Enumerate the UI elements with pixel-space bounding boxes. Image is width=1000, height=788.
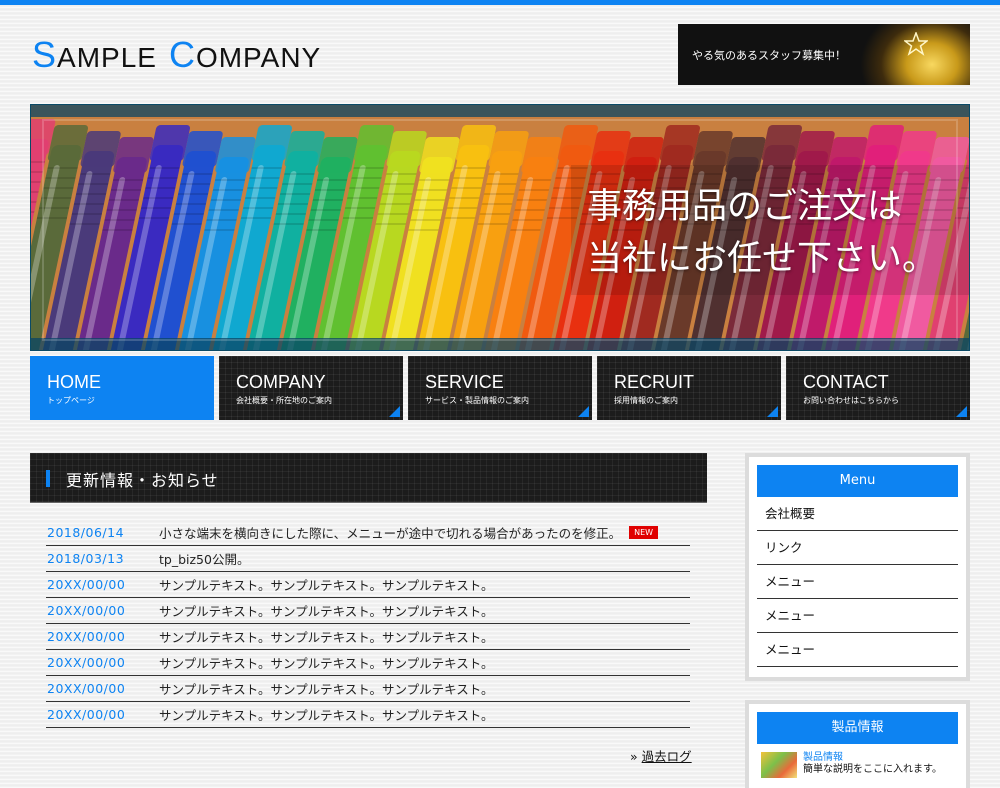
star-icon bbox=[904, 32, 928, 56]
news-date: 20XX/00/00 bbox=[47, 681, 126, 696]
news-item: 2018/03/13 tp_biz50公開。 bbox=[46, 546, 690, 572]
news-date: 20XX/00/00 bbox=[47, 707, 126, 722]
news-section-header: 更新情報・お知らせ bbox=[30, 453, 707, 503]
header-accent-bar bbox=[46, 470, 50, 487]
hero-headline: 事務用品のご注文は 当社にお任せ下さい。 bbox=[587, 181, 937, 285]
sidebar-products-title: 製品情報 bbox=[757, 712, 958, 744]
news-section-title: 更新情報・お知らせ bbox=[66, 471, 219, 490]
site-logo[interactable]: S AMPLE C OMPANY bbox=[32, 33, 321, 73]
news-text: サンプルテキスト。サンプルテキスト。サンプルテキスト。 bbox=[159, 578, 494, 593]
logo-text-ample: AMPLE bbox=[57, 42, 157, 73]
news-date: 20XX/00/00 bbox=[47, 629, 126, 644]
nav-item-sublabel: トップページ bbox=[47, 396, 95, 405]
sidebar-menu-box: Menu 会社概要 リンク メニュー メニュー メニュー bbox=[745, 453, 970, 681]
nav-item-sublabel: 会社概要・所在地のご案内 bbox=[236, 396, 332, 405]
corner-triangle-icon bbox=[956, 406, 967, 417]
past-log-link[interactable]: 過去ログ bbox=[642, 749, 692, 764]
nav-item-label: HOME bbox=[47, 372, 101, 392]
nav-item-recruit[interactable]: RECRUIT 採用情報のご案内 bbox=[597, 356, 781, 420]
news-text: 小さな端末を横向きにした際に、メニューが途中で切れる場合があったのを修正。 NEW bbox=[159, 523, 659, 542]
nav-item-sublabel: サービス・製品情報のご案内 bbox=[425, 396, 529, 405]
corner-triangle-icon bbox=[389, 406, 400, 417]
logo-initial-s: S bbox=[32, 34, 58, 75]
news-item: 20XX/00/00 サンプルテキスト。サンプルテキスト。サンプルテキスト。 bbox=[46, 650, 690, 676]
sidebar-item-menu[interactable]: メニュー bbox=[757, 599, 958, 633]
product-link[interactable]: 製品情報 bbox=[803, 752, 942, 764]
hero-headline-line2: 当社にお任せ下さい。 bbox=[587, 239, 938, 279]
top-accent-bar bbox=[0, 0, 1000, 5]
sidebar-item-links[interactable]: リンク bbox=[757, 531, 958, 565]
news-item: 20XX/00/00 サンプルテキスト。サンプルテキスト。サンプルテキスト。 bbox=[46, 624, 690, 650]
news-text: サンプルテキスト。サンプルテキスト。サンプルテキスト。 bbox=[159, 708, 494, 723]
nav-item-sublabel: お問い合わせはこちらから bbox=[803, 396, 899, 405]
news-date: 20XX/00/00 bbox=[47, 577, 126, 592]
news-text: tp_biz50公開。 bbox=[159, 552, 250, 567]
sidebar-menu-title: Menu bbox=[757, 465, 958, 497]
news-item: 2018/06/14 小さな端末を横向きにした際に、メニューが途中で切れる場合が… bbox=[46, 520, 690, 546]
news-date: 2018/03/13 bbox=[47, 551, 125, 566]
news-text: サンプルテキスト。サンプルテキスト。サンプルテキスト。 bbox=[159, 630, 494, 645]
news-text: サンプルテキスト。サンプルテキスト。サンプルテキスト。 bbox=[159, 682, 494, 697]
news-date: 20XX/00/00 bbox=[47, 655, 126, 670]
nav-item-home[interactable]: HOME トップページ bbox=[30, 356, 214, 420]
nav-item-company[interactable]: COMPANY 会社概要・所在地のご案内 bbox=[219, 356, 403, 420]
hero-headline-line1: 事務用品のご注文は bbox=[587, 187, 903, 227]
nav-item-label: CONTACT bbox=[803, 372, 889, 392]
nav-item-service[interactable]: SERVICE サービス・製品情報のご案内 bbox=[408, 356, 592, 420]
news-date: 2018/06/14 bbox=[47, 525, 125, 540]
nav-item-label: RECRUIT bbox=[614, 372, 694, 392]
news-list: 2018/06/14 小さな端末を横向きにした際に、メニューが途中で切れる場合が… bbox=[46, 520, 690, 728]
new-badge: NEW bbox=[629, 526, 659, 539]
news-text: サンプルテキスト。サンプルテキスト。サンプルテキスト。 bbox=[159, 656, 494, 671]
news-item: 20XX/00/00 サンプルテキスト。サンプルテキスト。サンプルテキスト。 bbox=[46, 572, 690, 598]
past-log-arrow-icon: » bbox=[630, 749, 638, 764]
nav-item-contact[interactable]: CONTACT お問い合わせはこちらから bbox=[786, 356, 970, 420]
sidebar-item-menu[interactable]: メニュー bbox=[757, 633, 958, 667]
news-date: 20XX/00/00 bbox=[47, 603, 126, 618]
logo-text-ompany: OMPANY bbox=[195, 42, 322, 73]
global-nav: HOME トップページ COMPANY 会社概要・所在地のご案内 SERVICE… bbox=[30, 356, 970, 420]
corner-triangle-icon bbox=[767, 406, 778, 417]
past-log: » 過去ログ bbox=[630, 746, 692, 765]
product-item[interactable]: 製品情報 簡単な説明をここに入れます。 bbox=[757, 752, 958, 778]
product-thumbnail bbox=[761, 752, 797, 778]
news-item: 20XX/00/00 サンプルテキスト。サンプルテキスト。サンプルテキスト。 bbox=[46, 702, 690, 728]
recruit-banner-text: やる気のあるスタッフ募集中！ bbox=[692, 48, 846, 62]
recruit-banner[interactable]: やる気のあるスタッフ募集中！ bbox=[678, 24, 970, 85]
nav-item-label: SERVICE bbox=[425, 372, 504, 392]
sidebar-products-box: 製品情報 製品情報 簡単な説明をここに入れます。 bbox=[745, 700, 970, 788]
hero-banner: 事務用品のご注文は 当社にお任せ下さい。 bbox=[30, 104, 970, 351]
news-text: サンプルテキスト。サンプルテキスト。サンプルテキスト。 bbox=[159, 604, 494, 619]
logo-initial-c: C bbox=[168, 34, 196, 75]
sidebar-item-company[interactable]: 会社概要 bbox=[757, 497, 958, 531]
corner-triangle-icon bbox=[578, 406, 589, 417]
sidebar-item-menu[interactable]: メニュー bbox=[757, 565, 958, 599]
nav-item-sublabel: 採用情報のご案内 bbox=[614, 396, 678, 405]
news-item: 20XX/00/00 サンプルテキスト。サンプルテキスト。サンプルテキスト。 bbox=[46, 676, 690, 702]
news-item: 20XX/00/00 サンプルテキスト。サンプルテキスト。サンプルテキスト。 bbox=[46, 598, 690, 624]
nav-item-label: COMPANY bbox=[236, 372, 326, 392]
product-description: 簡単な説明をここに入れます。 bbox=[803, 764, 942, 775]
